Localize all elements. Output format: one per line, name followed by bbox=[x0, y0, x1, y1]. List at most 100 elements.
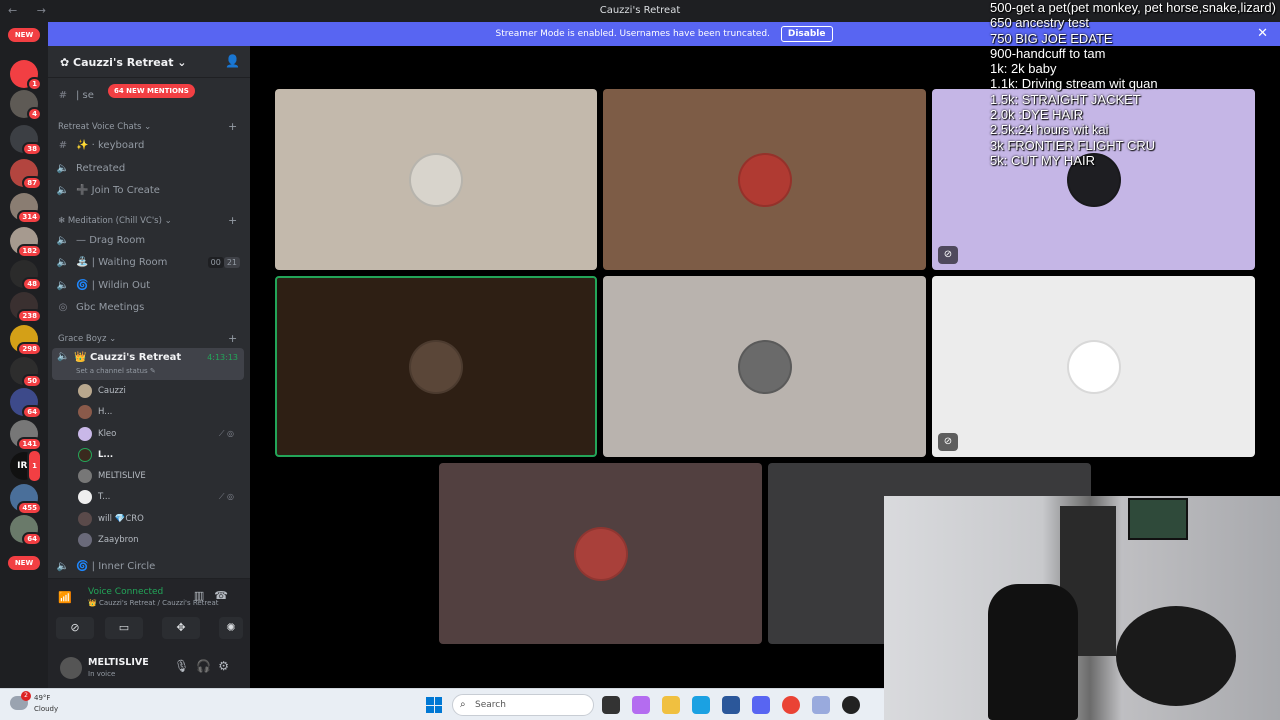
server-icon[interactable]: 64 bbox=[10, 515, 42, 546]
server-icon[interactable]: 314 bbox=[10, 193, 42, 224]
noise-suppression-icon[interactable]: ▥ bbox=[194, 589, 214, 602]
disconnect-icon[interactable]: ☎ bbox=[214, 589, 238, 602]
participant-tile[interactable]: ⊘ bbox=[932, 276, 1255, 457]
server-badge: 314 bbox=[17, 210, 42, 224]
user-controls: 🎙🎧⚙ bbox=[174, 659, 236, 673]
category-retreat-voice[interactable]: Retreat Voice Chats ⌄ + bbox=[58, 120, 237, 133]
gear-icon[interactable]: ⚙ bbox=[218, 659, 236, 673]
add-channel-icon[interactable]: + bbox=[228, 120, 237, 133]
voice-member[interactable]: T... ⟋ ◎ bbox=[78, 488, 242, 506]
avatar[interactable] bbox=[60, 657, 82, 679]
participant-tile[interactable] bbox=[439, 463, 762, 644]
store-icon[interactable] bbox=[722, 696, 740, 714]
search-icon: ⌕ bbox=[460, 699, 466, 710]
goal-line: 2.0k :DYE HAIR bbox=[990, 107, 1084, 123]
channel-retreated[interactable]: 🔈 Retreated bbox=[54, 159, 244, 179]
app-icon[interactable] bbox=[812, 696, 830, 714]
voice-member[interactable]: Zaaybron bbox=[78, 531, 242, 549]
signal-icon[interactable]: 📶 bbox=[58, 591, 72, 604]
bean-bag bbox=[1116, 606, 1236, 706]
new-mentions-badge[interactable]: 64 NEW MENTIONS bbox=[108, 84, 195, 98]
server-icon-iri[interactable]: IRI 1 bbox=[10, 449, 42, 483]
channel-wildin-out[interactable]: 🔈 🌀 | Wildin Out bbox=[54, 276, 244, 296]
server-icon[interactable]: 38 bbox=[10, 125, 42, 156]
voice-member[interactable]: H... bbox=[78, 403, 242, 421]
participant-tile[interactable] bbox=[603, 276, 926, 457]
server-icon[interactable]: 1 bbox=[10, 60, 42, 91]
voice-member[interactable]: will 💎CRO bbox=[78, 510, 242, 528]
channel-sidebar: ✿ Cauzzi's Retreat ⌄ 👤 # | se 64 NEW MENT… bbox=[48, 46, 250, 688]
avatar bbox=[409, 152, 463, 207]
guild-name[interactable]: ✿ Cauzzi's Retreat ⌄ bbox=[60, 56, 187, 69]
user-count: 00 bbox=[207, 257, 224, 268]
chrome-icon[interactable] bbox=[782, 696, 800, 714]
channel-keyboard[interactable]: # ✨ · keyboard bbox=[54, 136, 244, 156]
server-icon[interactable]: 87 bbox=[10, 159, 42, 190]
disable-streamer-mode-button[interactable]: Disable bbox=[780, 26, 833, 42]
headphones-icon[interactable]: 🎧 bbox=[196, 659, 218, 673]
file-explorer-icon[interactable] bbox=[662, 696, 680, 714]
goal-line: 5k: CUT MY HAIR bbox=[990, 152, 1095, 168]
server-badge: 50 bbox=[22, 374, 42, 388]
add-channel-icon[interactable]: + bbox=[228, 332, 237, 345]
server-icon[interactable]: 141 bbox=[10, 420, 42, 451]
speaker-icon: 🔈 bbox=[56, 235, 70, 246]
channel-inner-circle[interactable]: 🔈 🌀 | Inner Circle bbox=[54, 557, 244, 577]
deafened-icon: ⊘ bbox=[938, 433, 958, 451]
taskbar-search[interactable]: ⌕ Search bbox=[452, 694, 594, 716]
server-icon[interactable]: 298 bbox=[10, 325, 42, 356]
voice-connection-panel: 📶 Voice Connected 👑 Cauzzi's Retreat / C… bbox=[48, 578, 250, 688]
windows-start-icon[interactable] bbox=[426, 697, 442, 713]
new-badge[interactable]: NEW bbox=[8, 28, 40, 42]
guild-header[interactable]: ✿ Cauzzi's Retreat ⌄ 👤 bbox=[48, 46, 250, 78]
stage-icon: ◎ bbox=[58, 302, 68, 313]
banner-text: Streamer Mode is enabled. Usernames have… bbox=[495, 29, 771, 39]
new-badge[interactable]: NEW bbox=[8, 556, 40, 570]
add-channel-icon[interactable]: + bbox=[228, 214, 237, 227]
task-view-icon[interactable] bbox=[602, 696, 620, 714]
server-icon[interactable]: 455 bbox=[10, 484, 42, 515]
muted-deafened-icons: ⟋ ◎ bbox=[218, 492, 234, 501]
activities-button[interactable]: ✥ bbox=[162, 617, 200, 639]
participant-tile[interactable] bbox=[275, 89, 597, 270]
server-badge: 1 bbox=[27, 77, 42, 91]
microphone-icon[interactable]: 🎙 bbox=[174, 659, 196, 673]
active-voice-channel[interactable]: 🔈 👑 Cauzzi's Retreat 4:13:13 Set a chann… bbox=[52, 348, 244, 380]
server-icon[interactable]: 48 bbox=[10, 260, 42, 291]
channel-status[interactable]: Set a channel status ✎ bbox=[76, 367, 156, 375]
copilot-icon[interactable] bbox=[632, 696, 650, 714]
voice-member[interactable]: Kleo ⟋ ◎ bbox=[78, 425, 242, 443]
category-meditation[interactable]: ❄ Meditation (Chill VC's) ⌄ + bbox=[58, 214, 237, 227]
speaker-icon: 🔈 bbox=[56, 280, 70, 291]
voice-controls: ▥☎ bbox=[194, 589, 238, 602]
avatar bbox=[737, 339, 792, 394]
server-badge: 182 bbox=[17, 244, 42, 258]
server-icon[interactable]: 238 bbox=[10, 292, 42, 323]
server-icon[interactable]: 182 bbox=[10, 227, 42, 258]
server-badge: 48 bbox=[22, 277, 42, 291]
channel-drag-room[interactable]: 🔈 — Drag Room bbox=[54, 231, 244, 251]
hash-icon: # bbox=[58, 140, 68, 151]
voice-member[interactable]: L... bbox=[78, 446, 242, 464]
server-icon[interactable]: 64 bbox=[10, 388, 42, 419]
obs-icon[interactable] bbox=[842, 696, 860, 714]
channel-join-to-create[interactable]: 🔈 ➕ Join To Create bbox=[54, 181, 244, 201]
soundboard-button[interactable]: ✺ bbox=[219, 617, 243, 639]
discord-icon[interactable] bbox=[752, 696, 770, 714]
voice-member[interactable]: MELTISLIVE bbox=[78, 467, 242, 485]
participant-tile-speaking[interactable] bbox=[275, 276, 597, 457]
camera-off-button[interactable]: ⊘ bbox=[56, 617, 94, 639]
edge-icon[interactable] bbox=[692, 696, 710, 714]
channel-gbc-meetings[interactable]: ◎ Gbc Meetings bbox=[54, 298, 244, 318]
category-grace-boyz[interactable]: Grace Boyz ⌄ + bbox=[58, 332, 237, 345]
username: MELTISLIVE bbox=[88, 657, 149, 668]
channel-waiting-room[interactable]: 🔈 ⛲ | Waiting Room 00 21 bbox=[54, 253, 244, 273]
user-area: MELTISLIVE In voice 🎙🎧⚙ bbox=[48, 649, 250, 689]
screen-share-button[interactable]: ▭ bbox=[105, 617, 143, 639]
invite-icon[interactable]: 👤 bbox=[225, 54, 240, 68]
participant-tile[interactable] bbox=[603, 89, 926, 270]
server-badge: 87 bbox=[22, 176, 42, 190]
voice-member[interactable]: Cauzzi bbox=[78, 382, 242, 400]
server-icon[interactable]: 50 bbox=[10, 357, 42, 388]
server-icon[interactable]: 4 bbox=[10, 90, 42, 121]
